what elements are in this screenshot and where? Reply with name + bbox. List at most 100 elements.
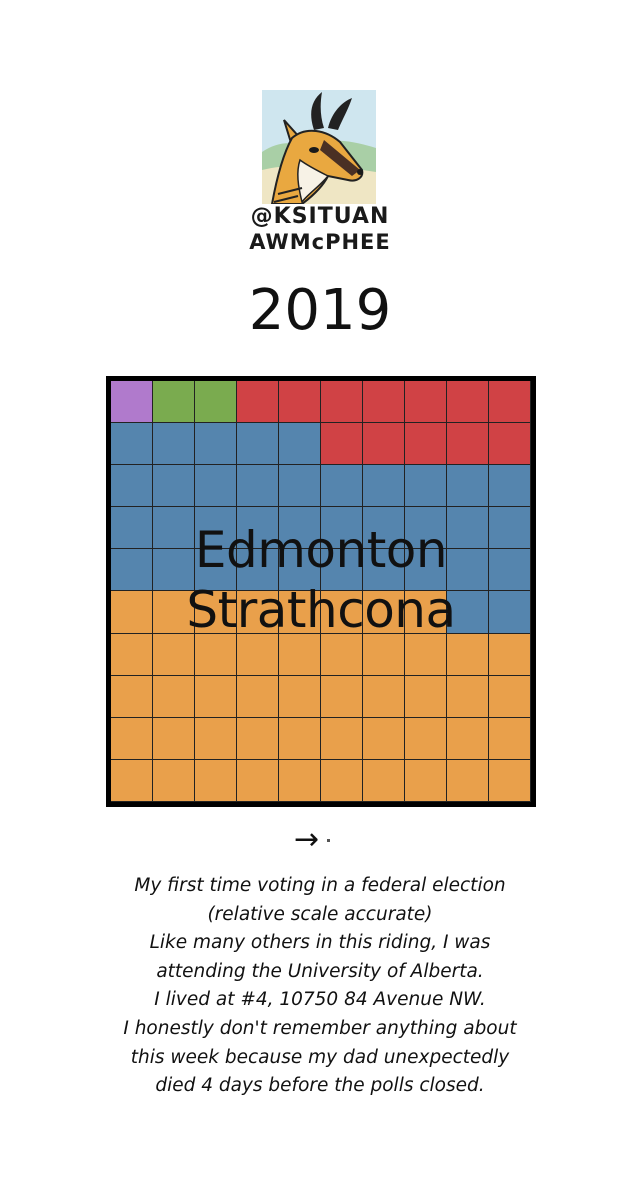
grid-cell-orange xyxy=(237,633,279,676)
grid-cell-blue xyxy=(489,507,531,550)
grid-cell-orange xyxy=(321,675,363,718)
grid-cell-blue xyxy=(111,423,153,466)
pronghorn-logo-icon xyxy=(262,90,376,205)
grid-cell-orange xyxy=(279,633,321,676)
grid-cell-orange xyxy=(321,717,363,760)
grid-cell-blue xyxy=(363,465,405,508)
grid-cell-orange xyxy=(195,675,237,718)
caption: My first time voting in a federal electi… xyxy=(40,872,600,1101)
grid-cell-blue xyxy=(237,465,279,508)
grid-cell-blue xyxy=(447,549,489,592)
grid-cell-orange xyxy=(153,633,195,676)
grid-cell-red xyxy=(489,381,531,424)
grid-cell-orange xyxy=(447,717,489,760)
grid-cell-blue xyxy=(489,549,531,592)
grid-cell-orange xyxy=(279,675,321,718)
caption-line: Like many others in this riding, I was xyxy=(149,932,491,954)
seat-grid xyxy=(111,381,531,802)
grid-cell-blue xyxy=(111,507,153,550)
grid-cell-orange xyxy=(195,633,237,676)
year-title: 2019 xyxy=(248,278,392,343)
grid-cell-blue xyxy=(405,549,447,592)
grid-cell-orange xyxy=(111,759,153,802)
grid-cell-orange xyxy=(237,591,279,634)
grid-cell-blue xyxy=(321,549,363,592)
grid-cell-blue xyxy=(111,465,153,508)
grid-cell-orange xyxy=(489,759,531,802)
grid-cell-orange xyxy=(279,759,321,802)
grid-cell-blue xyxy=(237,549,279,592)
grid-cell-orange xyxy=(111,675,153,718)
grid-cell-orange xyxy=(321,591,363,634)
grid-cell-blue xyxy=(321,507,363,550)
grid-cell-blue xyxy=(195,423,237,466)
grid-cell-blue xyxy=(111,549,153,592)
grid-cell-orange xyxy=(363,675,405,718)
grid-cell-blue xyxy=(489,591,531,634)
grid-cell-red xyxy=(363,423,405,466)
logo-handle-line2: AWMcPHEE xyxy=(249,230,391,254)
caption-line: I lived at #4, 10750 84 Avenue NW. xyxy=(154,989,486,1011)
grid-cell-orange xyxy=(489,717,531,760)
grid-cell-green xyxy=(153,381,195,424)
grid-cell-blue xyxy=(153,507,195,550)
grid-cell-orange xyxy=(279,591,321,634)
grid-cell-blue xyxy=(195,465,237,508)
grid-cell-blue xyxy=(489,465,531,508)
caption-line: I honestly don't remember anything about xyxy=(123,1017,517,1039)
grid-cell-orange xyxy=(279,717,321,760)
grid-cell-orange xyxy=(447,633,489,676)
grid-cell-red xyxy=(489,423,531,466)
grid-cell-blue xyxy=(153,423,195,466)
grid-cell-blue xyxy=(279,465,321,508)
grid-cell-blue xyxy=(447,507,489,550)
arrow-dot xyxy=(327,839,330,842)
grid-cell-orange xyxy=(111,717,153,760)
logo-handle-line1: @KSITUAN xyxy=(250,204,390,229)
grid-cell-blue xyxy=(237,423,279,466)
grid-cell-orange xyxy=(447,759,489,802)
grid-cell-orange xyxy=(237,717,279,760)
grid-cell-blue xyxy=(405,507,447,550)
next-arrow-icon[interactable]: → xyxy=(294,822,319,857)
grid-cell-orange xyxy=(153,759,195,802)
grid-cell-blue xyxy=(153,549,195,592)
grid-cell-red xyxy=(363,381,405,424)
grid-cell-orange xyxy=(405,591,447,634)
grid-cell-red xyxy=(279,381,321,424)
grid-cell-green xyxy=(195,381,237,424)
grid-cell-orange xyxy=(363,591,405,634)
caption-line: died 4 days before the polls closed. xyxy=(155,1075,485,1097)
grid-cell-blue xyxy=(279,423,321,466)
grid-cell-blue xyxy=(195,549,237,592)
grid-cell-blue xyxy=(447,591,489,634)
grid-cell-orange xyxy=(153,591,195,634)
grid-cell-orange xyxy=(405,633,447,676)
caption-line: My first time voting in a federal electi… xyxy=(134,875,506,896)
grid-cell-blue xyxy=(195,507,237,550)
grid-cell-blue xyxy=(237,507,279,550)
grid-cell-orange xyxy=(195,591,237,634)
caption-line: (relative scale accurate) xyxy=(207,903,433,925)
grid-cell-orange xyxy=(111,633,153,676)
grid-cell-orange xyxy=(405,717,447,760)
grid-cell-orange xyxy=(321,633,363,676)
grid-cell-blue xyxy=(447,465,489,508)
grid-cell-orange xyxy=(237,675,279,718)
grid-cell-orange xyxy=(363,717,405,760)
grid-cell-red xyxy=(447,423,489,466)
grid-cell-orange xyxy=(363,759,405,802)
grid-cell-orange xyxy=(447,675,489,718)
grid-cell-orange xyxy=(237,759,279,802)
caption-line: attending the University of Alberta. xyxy=(156,960,484,982)
grid-cell-orange xyxy=(153,675,195,718)
grid-cell-blue xyxy=(153,465,195,508)
grid-cell-blue xyxy=(363,507,405,550)
grid-cell-orange xyxy=(405,675,447,718)
grid-cell-orange xyxy=(363,633,405,676)
grid-cell-blue xyxy=(279,507,321,550)
grid-cell-orange xyxy=(405,759,447,802)
grid-cell-blue xyxy=(363,549,405,592)
seat-grid-frame xyxy=(106,376,536,807)
grid-cell-blue xyxy=(279,549,321,592)
